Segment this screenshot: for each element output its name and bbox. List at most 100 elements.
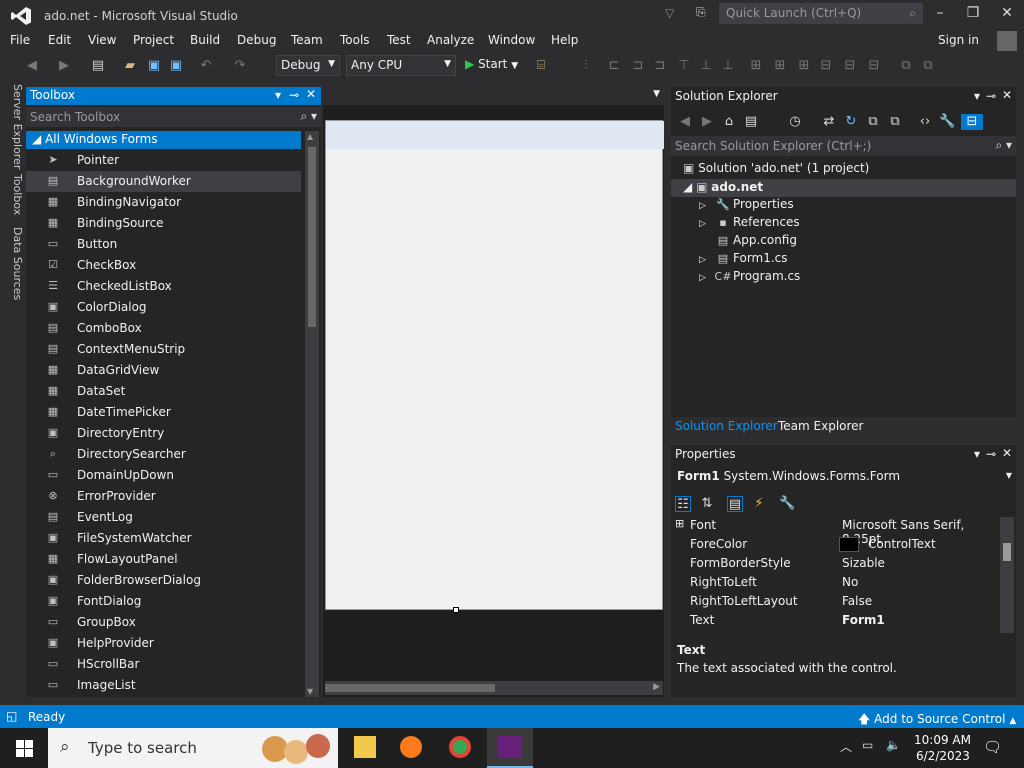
clock-date[interactable]: 6/2/2023 bbox=[916, 749, 970, 763]
menu-file[interactable]: File bbox=[10, 33, 30, 47]
align-icon[interactable]: ⫶ bbox=[578, 58, 594, 74]
scrollbar-thumb[interactable] bbox=[308, 147, 316, 327]
save-icon[interactable]: ▣ bbox=[146, 58, 162, 74]
forward-icon[interactable]: ▶ bbox=[56, 58, 72, 74]
taskbar-search-box[interactable]: ⌕ Type to search bbox=[48, 728, 338, 768]
property-value[interactable]: ControlText bbox=[868, 537, 936, 551]
resize-handle[interactable] bbox=[453, 607, 459, 613]
solution-platform-select[interactable]: Any CPU ▼ bbox=[346, 55, 456, 76]
expand-icon[interactable]: ⊞ bbox=[675, 517, 684, 530]
undo-icon[interactable]: ↶ bbox=[198, 58, 214, 74]
toolbox-item-directorysearcher[interactable]: ⌕ DirectorySearcher bbox=[26, 444, 301, 465]
scroll-down-icon[interactable]: ▼ bbox=[307, 687, 313, 696]
designer-horizontal-scrollbar[interactable]: ▶ bbox=[325, 681, 663, 695]
toolbox-scrollbar[interactable]: ▲ ▼ bbox=[305, 131, 319, 697]
make-same-size-icon[interactable]: ⊞ bbox=[796, 58, 812, 74]
menu-tools[interactable]: Tools bbox=[340, 33, 370, 47]
property-row-righttoleft[interactable]: RightToLeft No bbox=[671, 573, 1001, 592]
network-icon[interactable]: ▭ bbox=[862, 738, 873, 752]
toolbox-item-directoryentry[interactable]: ▣ DirectoryEntry bbox=[26, 423, 301, 444]
sync-icon[interactable]: ⇄ bbox=[821, 114, 837, 130]
side-tab-server-explorer[interactable]: Server Explorer bbox=[11, 84, 24, 169]
save-all-icon[interactable]: ▣ bbox=[168, 58, 184, 74]
close-icon[interactable]: ✕ bbox=[1002, 88, 1012, 102]
switch-views-icon[interactable]: ▤ bbox=[743, 114, 759, 130]
quick-launch-input[interactable]: Quick Launch (Ctrl+Q) ⌕ bbox=[719, 3, 923, 24]
expand-triangle-icon[interactable]: ▷ bbox=[699, 273, 713, 283]
property-value[interactable]: Form1 bbox=[842, 613, 885, 627]
filter-icon[interactable]: ▽ bbox=[665, 6, 674, 20]
property-row-righttoleftlayout[interactable]: RightToLeftLayout False bbox=[671, 592, 1001, 611]
open-file-icon[interactable]: ▰ bbox=[122, 58, 138, 74]
toolbox-item-bindingsource[interactable]: ▦ BindingSource bbox=[26, 213, 301, 234]
pin-icon[interactable]: ⊸ bbox=[986, 447, 996, 461]
firefox-icon[interactable] bbox=[400, 736, 422, 758]
object-selector[interactable]: Form1 System.Windows.Forms.Form ▼ bbox=[671, 467, 1016, 487]
taskbar-visual-studio[interactable] bbox=[487, 728, 533, 768]
expand-triangle-icon[interactable]: ▷ bbox=[699, 219, 713, 229]
solution-node-program-cs[interactable]: ▷ C# Program.cs bbox=[699, 269, 800, 283]
property-value[interactable]: Sizable bbox=[842, 556, 885, 570]
toolbox-item-errorprovider[interactable]: ⊗ ErrorProvider bbox=[26, 486, 301, 507]
solution-node[interactable]: ▣ Solution 'ado.net' (1 project) bbox=[683, 161, 869, 175]
toolbox-item-checkbox[interactable]: ☑ CheckBox bbox=[26, 255, 301, 276]
toolbox-item-colordialog[interactable]: ▣ ColorDialog bbox=[26, 297, 301, 318]
start-button[interactable]: ▶ Start ▼ bbox=[465, 57, 518, 71]
menu-debug[interactable]: Debug bbox=[237, 33, 276, 47]
view-code-icon[interactable]: ‹› bbox=[917, 114, 933, 130]
menu-test[interactable]: Test bbox=[387, 33, 411, 47]
menu-view[interactable]: View bbox=[88, 33, 116, 47]
back-icon[interactable]: ◀ bbox=[24, 58, 40, 74]
expand-triangle-icon[interactable]: ▷ bbox=[699, 255, 713, 265]
make-same-height-icon[interactable]: ⊞ bbox=[772, 58, 788, 74]
toolbox-item-backgroundworker[interactable]: ▤ BackgroundWorker bbox=[26, 171, 301, 192]
events-icon[interactable]: ⚡ bbox=[751, 496, 767, 512]
property-value[interactable]: No bbox=[842, 575, 858, 589]
tab-solution-explorer[interactable]: Solution Explorer bbox=[675, 419, 778, 433]
forward-icon[interactable]: ▶ bbox=[699, 114, 715, 130]
toolbox-item-groupbox[interactable]: ▭ GroupBox bbox=[26, 612, 301, 633]
dropdown-icon[interactable]: ▾ bbox=[974, 89, 980, 103]
toolbox-item-imagelist[interactable]: ▭ ImageList bbox=[26, 675, 301, 696]
scroll-up-icon[interactable]: ▲ bbox=[307, 132, 313, 141]
toolbox-item-button[interactable]: ▭ Button bbox=[26, 234, 301, 255]
toolbox-item-domainupdown[interactable]: ▭ DomainUpDown bbox=[26, 465, 301, 486]
feedback-icon[interactable]: ⎘ bbox=[696, 5, 706, 20]
sign-in-link[interactable]: Sign in bbox=[938, 33, 979, 47]
solution-node-form1-cs[interactable]: ▷ ▤ Form1.cs bbox=[699, 251, 788, 265]
expand-triangle-icon[interactable]: ▷ bbox=[699, 201, 713, 211]
menu-window[interactable]: Window bbox=[488, 33, 535, 47]
minimize-button[interactable]: – bbox=[928, 5, 952, 21]
clock-time[interactable]: 10:09 AM bbox=[914, 733, 971, 747]
tab-team-explorer[interactable]: Team Explorer bbox=[778, 419, 864, 433]
side-tab-toolbox[interactable]: Toolbox bbox=[11, 174, 24, 215]
close-button[interactable]: ✕ bbox=[995, 5, 1019, 21]
menu-project[interactable]: Project bbox=[133, 33, 174, 47]
solution-explorer-search-input[interactable]: Search Solution Explorer (Ctrl+;) ⌕ ▾ bbox=[671, 136, 1016, 156]
menu-analyze[interactable]: Analyze bbox=[427, 33, 474, 47]
toolbox-item-datagridview[interactable]: ▦ DataGridView bbox=[26, 360, 301, 381]
toolbox-item-flowlayoutpanel[interactable]: ▦ FlowLayoutPanel bbox=[26, 549, 301, 570]
make-same-width-icon[interactable]: ⊞ bbox=[748, 58, 764, 74]
property-grid-scrollbar[interactable] bbox=[1000, 517, 1014, 633]
pending-changes-icon[interactable]: ◷ bbox=[787, 114, 803, 130]
avatar-icon[interactable] bbox=[997, 31, 1017, 51]
windows-start-icon[interactable] bbox=[16, 740, 33, 757]
toolbox-item-dataset[interactable]: ▦ DataSet bbox=[26, 381, 301, 402]
vertical-spacing-icon[interactable]: ⊟ bbox=[842, 58, 858, 74]
align-right-icon[interactable]: ⊐ bbox=[652, 58, 668, 74]
menu-team[interactable]: Team bbox=[291, 33, 323, 47]
back-icon[interactable]: ◀ bbox=[677, 114, 693, 130]
toolbox-item-hscrollbar[interactable]: ▭ HScrollBar bbox=[26, 654, 301, 675]
solution-node-properties[interactable]: ▷ 🔧 Properties bbox=[699, 197, 794, 211]
send-to-back-icon[interactable]: ⧉ bbox=[920, 58, 936, 74]
dropdown-icon[interactable]: ▾ bbox=[275, 88, 281, 102]
property-value[interactable]: False bbox=[842, 594, 872, 608]
toolbox-item-contextmenustrip[interactable]: ▤ ContextMenuStrip bbox=[26, 339, 301, 360]
align-top-icon[interactable]: ⊤ bbox=[676, 58, 692, 74]
find-in-files-icon[interactable]: ⌸ bbox=[533, 58, 549, 74]
new-project-icon[interactable]: ▤ bbox=[90, 58, 106, 74]
categorized-icon[interactable]: ☷ bbox=[675, 496, 691, 512]
toolbox-item-pointer[interactable]: ➤ Pointer bbox=[26, 150, 301, 171]
toolbox-item-datetimepicker[interactable]: ▦ DateTimePicker bbox=[26, 402, 301, 423]
